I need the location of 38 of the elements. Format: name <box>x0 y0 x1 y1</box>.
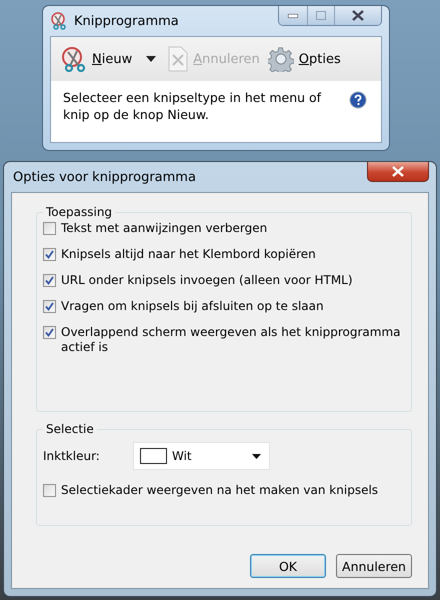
dialog-button[interactable]: Annuleren <box>336 554 412 578</box>
ink-color-label: Inktkleur: <box>43 449 101 463</box>
dialog-title: Opties voor knipprogramma <box>13 170 197 184</box>
document-x-icon <box>168 46 188 72</box>
toolbar-button[interactable]: Nieuw <box>59 44 134 74</box>
gear-icon <box>268 46 294 72</box>
ink-color-dropdown[interactable]: Wit <box>133 442 270 470</box>
close-icon <box>352 10 364 21</box>
checkbox[interactable] <box>43 248 56 261</box>
toolbar-button[interactable]: Opties <box>266 44 343 74</box>
option-label: Vragen om knipsels bij afsluiten op te slaan <box>61 299 324 314</box>
option-label: Selectiekader weergeven na het maken van knipsels <box>61 483 378 498</box>
option-label: Knipsels altijd naar het Klembord kopiëren <box>61 247 316 262</box>
dialog-button[interactable]: OK <box>250 554 326 578</box>
close-icon <box>392 166 404 177</box>
group-title: Toepassing <box>45 205 114 219</box>
dropdown-caret-icon <box>252 454 261 458</box>
hint-text: Selecteer een knipseltype in het menu of knip op de knop Nieuw. <box>63 89 322 123</box>
scissors-icon <box>50 12 68 30</box>
help-icon[interactable] <box>349 91 367 109</box>
color-swatch <box>140 448 167 464</box>
option-label: Overlappend scherm weergeven als het knipprogramma actief is <box>61 325 402 355</box>
checkbox[interactable] <box>43 484 56 497</box>
checkbox[interactable] <box>43 274 56 287</box>
checkbox[interactable] <box>43 222 56 235</box>
dropdown-caret-icon[interactable] <box>146 56 156 62</box>
option-label: URL onder knipsels invoegen (alleen voor HTML) <box>61 273 353 288</box>
maximize-icon <box>316 11 326 20</box>
scissors-icon <box>61 46 87 72</box>
checkbox[interactable] <box>43 326 56 339</box>
minimize-icon <box>288 14 298 18</box>
checkbox[interactable] <box>43 300 56 313</box>
group-title: Selectie <box>45 422 95 436</box>
close-button[interactable] <box>334 6 381 25</box>
window-title: Knipprogramma <box>74 14 180 28</box>
close-button[interactable] <box>367 162 429 182</box>
minimize-button[interactable] <box>279 6 307 25</box>
option-label: Tekst met aanwijzingen verbergen <box>61 221 268 236</box>
